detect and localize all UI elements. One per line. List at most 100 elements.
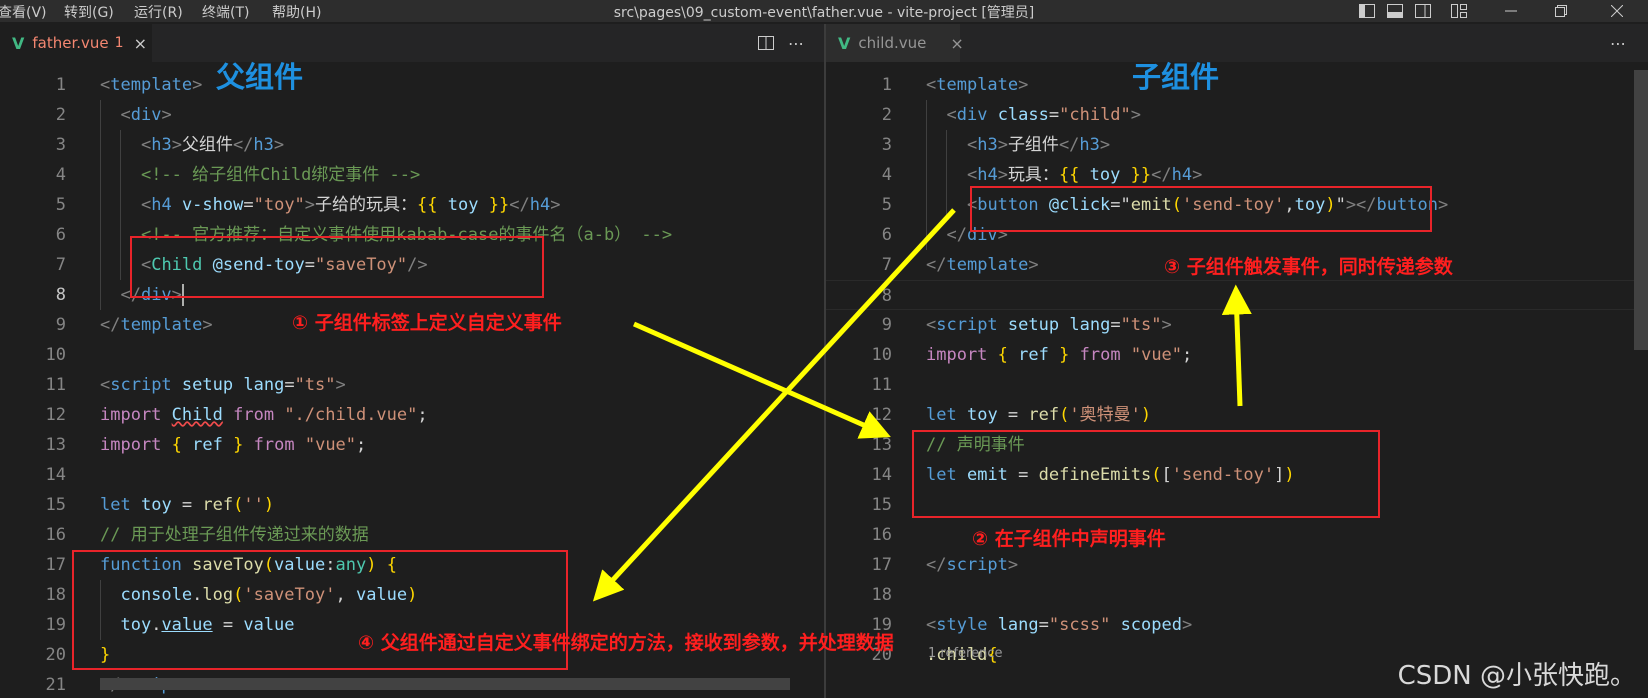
line-code: </template> <box>926 250 1039 280</box>
menu-bar: 查看(V) 转到(G) 运行(R) 终端(T) 帮助(H) src\pages\… <box>0 0 1648 22</box>
line-number: 5 <box>881 195 892 215</box>
tab-child-vue[interactable]: V child.vue × <box>826 24 964 62</box>
code-line[interactable]: 5 <h4 v-show="toy">子给的玩具：{{ toy }}</h4> <box>0 190 824 220</box>
menu-run[interactable]: 运行(R) <box>134 2 183 22</box>
code-line[interactable]: 1 <template> <box>826 70 1648 100</box>
code-token: </ <box>509 195 530 215</box>
code-token: > <box>1099 135 1111 155</box>
close-icon[interactable] <box>1604 0 1630 22</box>
code-token: h4 <box>151 195 172 215</box>
code-editor-right[interactable]: 1 <template> 2 <div class="child"> 3 <h3>子组件<… <box>826 70 1648 698</box>
restore-icon[interactable] <box>1548 0 1574 22</box>
code-line[interactable]: 11 <box>826 370 1648 400</box>
more-actions-icon[interactable]: ⋯ <box>1604 24 1632 62</box>
menu-help[interactable]: 帮助(H) <box>272 2 321 22</box>
code-line[interactable]: 10 <box>0 340 824 370</box>
tab-close-icon[interactable]: × <box>950 34 963 53</box>
line-code: <template> <box>100 70 202 100</box>
code-line[interactable]: 11 <script setup lang="ts"> <box>0 370 824 400</box>
code-token: > <box>1018 75 1029 95</box>
indent-guide <box>926 220 927 250</box>
line-number: 8 <box>881 286 892 306</box>
code-line[interactable]: 16 // 用于处理子组件传递过来的数据 <box>0 520 824 550</box>
code-token: lang <box>1069 315 1111 335</box>
tab-close-icon[interactable]: × <box>134 34 147 53</box>
code-line[interactable]: 17 </script> <box>826 550 1648 580</box>
line-number: 2 <box>55 105 66 125</box>
code-line[interactable]: 19 <style lang="scss" scoped> <box>826 610 1648 640</box>
more-actions-icon[interactable]: ⋯ <box>782 24 810 62</box>
code-token: } <box>233 435 244 455</box>
code-line[interactable]: 4 <!-- 给子组件Child绑定事件 --> <box>0 160 824 190</box>
code-token: }} <box>1130 165 1152 185</box>
code-line[interactable]: 10 import { ref } from "vue"; <box>826 340 1648 370</box>
line-code: // 用于处理子组件传递过来的数据 <box>100 520 369 550</box>
menu-terminal[interactable]: 终端(T) <box>202 2 249 22</box>
layout-panel-icon[interactable] <box>1382 0 1408 22</box>
hscrollbar-left[interactable] <box>100 678 790 690</box>
code-line[interactable]: 12 import Child from "./child.vue"; <box>0 400 824 430</box>
codelens-references[interactable]: 1 reference <box>928 646 1002 661</box>
menu-view[interactable]: 查看(V) <box>0 2 47 22</box>
indent-guide <box>100 160 101 190</box>
indent-guide <box>926 100 927 130</box>
layout-sidebar-icon[interactable] <box>1354 0 1380 22</box>
code-token: > <box>997 135 1008 155</box>
line-number: 15 <box>871 495 892 515</box>
customize-layout-icon[interactable] <box>1446 0 1472 22</box>
code-line[interactable]: 15 let toy = ref('') <box>0 490 824 520</box>
code-token: toy <box>140 495 172 515</box>
code-line[interactable]: 3 <h3>子组件</h3> <box>826 130 1648 160</box>
scrollbar-thumb-right[interactable] <box>1634 70 1648 350</box>
code-line[interactable]: 13 import { ref } from "vue"; <box>0 430 824 460</box>
code-token: 子给的玩具： <box>315 195 418 215</box>
code-line[interactable]: 14 <box>0 460 824 490</box>
line-number: 8 <box>55 285 66 305</box>
indent-guide <box>946 190 948 220</box>
split-editor-icon[interactable] <box>752 24 780 62</box>
code-line[interactable]: 1 <template> <box>0 70 824 100</box>
tab-father-vue[interactable]: V father.vue 1 × <box>0 24 152 62</box>
code-line[interactable]: 2 <div class="child"> <box>826 100 1648 130</box>
tab-bar-right: V child.vue × ⋯ <box>826 24 1648 62</box>
line-code: import Child from "./child.vue"; <box>100 400 428 430</box>
code-line[interactable]: 9 <script setup lang="ts"> <box>826 310 1648 340</box>
indent-guide <box>100 250 101 280</box>
code-token: "ts" <box>1120 315 1162 335</box>
code-line[interactable]: 3 <h3>父组件</h3> <box>0 130 824 160</box>
code-token: < <box>926 75 937 95</box>
code-line[interactable]: 12 let toy = ref('奥特曼') <box>826 400 1648 430</box>
code-line[interactable]: 8 <box>826 280 1648 310</box>
indent-guide <box>946 160 948 190</box>
code-token: > <box>1181 615 1193 635</box>
code-token: ref <box>192 435 223 455</box>
code-token: = <box>243 195 254 215</box>
indent-guide <box>100 190 101 220</box>
line-number: 15 <box>45 495 66 515</box>
minimize-icon[interactable] <box>1498 0 1524 22</box>
code-line[interactable]: 18 <box>826 580 1648 610</box>
scrollbar-right[interactable] <box>1634 70 1648 698</box>
code-line[interactable]: 16 <box>826 520 1648 550</box>
scrollbar-left[interactable] <box>808 70 822 698</box>
code-line[interactable]: 2 <div> <box>0 100 824 130</box>
code-token: > <box>1192 165 1203 185</box>
code-token: ) <box>263 495 275 515</box>
line-code: <div> <box>120 100 171 130</box>
line-number: 1 <box>55 75 66 95</box>
code-token: h3 <box>151 135 172 155</box>
code-token: template <box>110 75 193 95</box>
layout-split-icon[interactable] <box>1410 0 1436 22</box>
menu-go[interactable]: 转到(G) <box>64 2 114 22</box>
code-token: = <box>997 405 1029 425</box>
code-token: "child" <box>1059 105 1131 125</box>
